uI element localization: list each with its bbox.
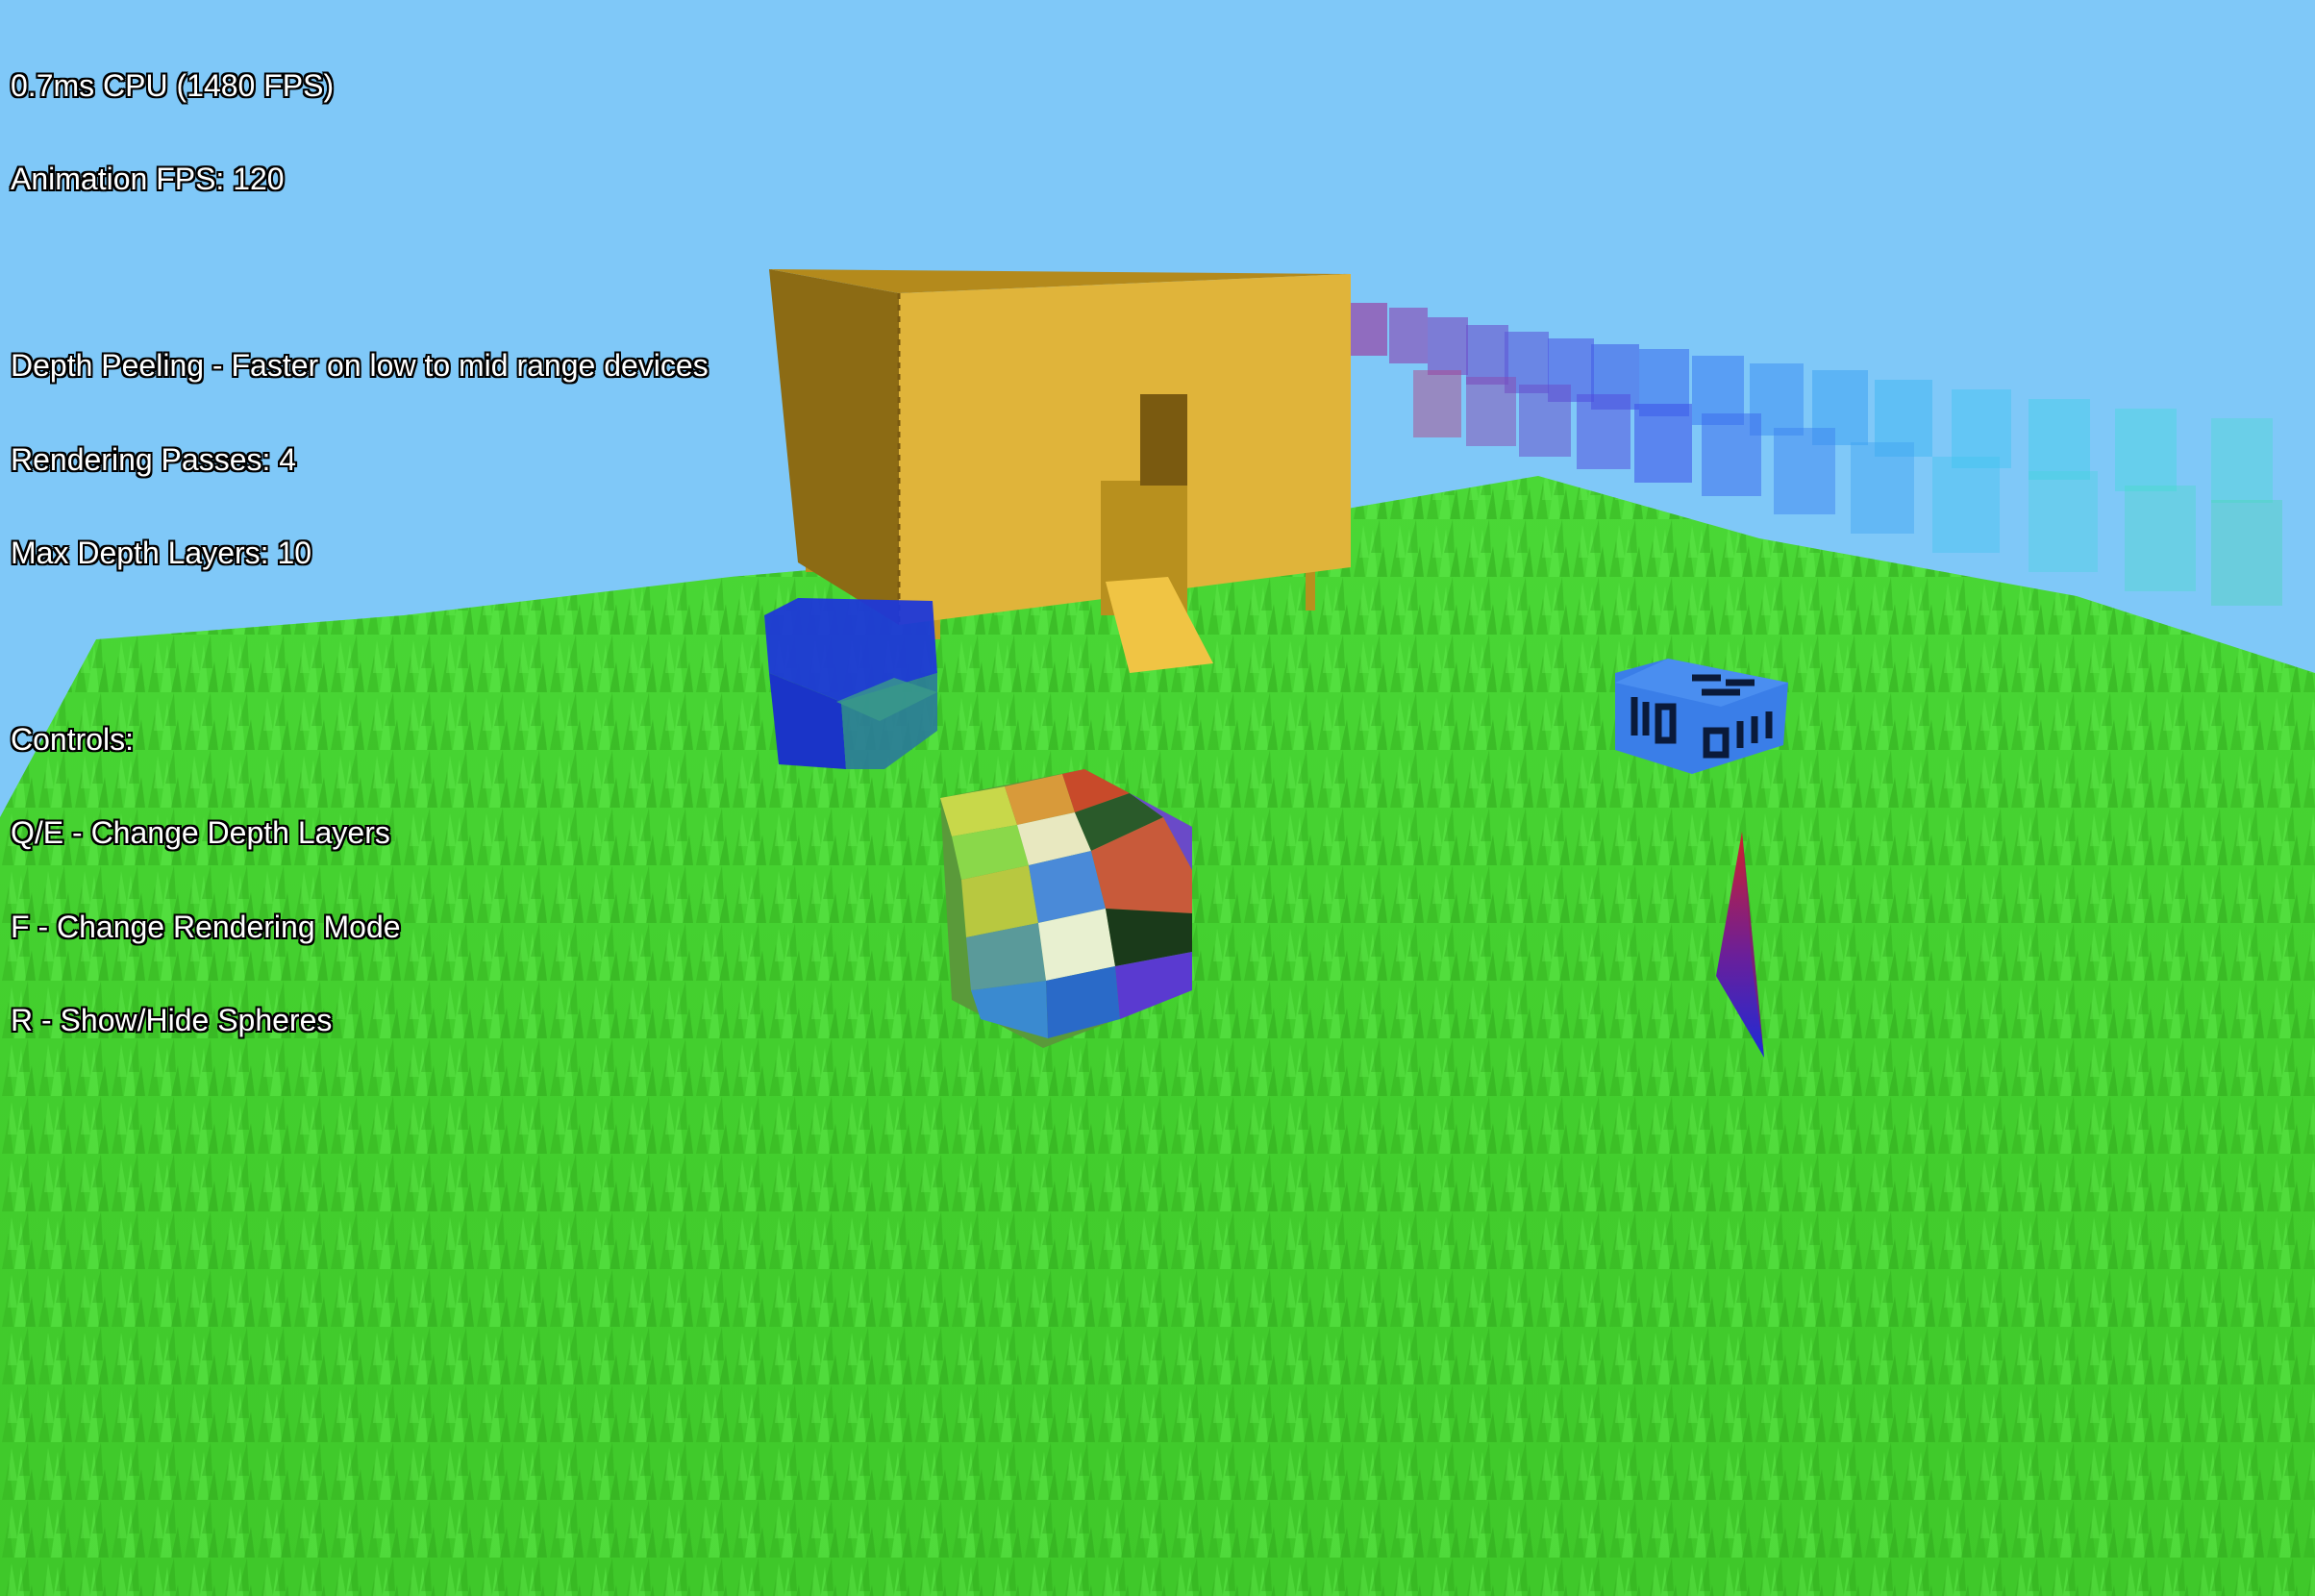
controls-heading: Controls: [11, 722, 135, 758]
animation-fps: Animation FPS: 120 [11, 162, 285, 197]
control-depth-layers: Q/E - Change Depth Layers [11, 815, 390, 851]
max-depth-layers: Max Depth Layers: 10 [11, 535, 312, 570]
blue-cube [764, 598, 937, 769]
rendering-passes: Rendering Passes: 4 [11, 441, 297, 477]
debug-overlay: 0.7ms CPU (1480 FPS) Animation FPS: 120 … [11, 8, 709, 1067]
cpu-stats: 0.7ms CPU (1480 FPS) [11, 67, 335, 103]
rendering-mode: Depth Peeling - Faster on low to mid ran… [11, 348, 709, 384]
control-rendering-mode: F - Change Rendering Mode [11, 909, 401, 944]
control-spheres: R - Show/Hide Spheres [11, 1002, 333, 1037]
